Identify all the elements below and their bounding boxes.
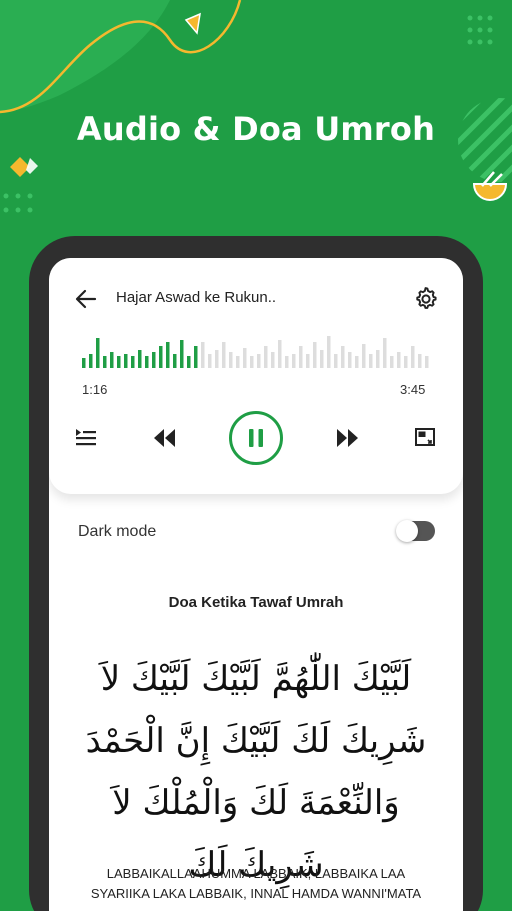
waveform-bar bbox=[117, 356, 121, 368]
waveform-bar bbox=[82, 358, 86, 368]
gear-icon[interactable] bbox=[414, 287, 438, 311]
dark-mode-toggle[interactable] bbox=[396, 520, 435, 542]
waveform-bar bbox=[201, 342, 205, 368]
waveform-bar bbox=[285, 356, 289, 368]
latin-line-1: LABBAIKALLAAHUMMA LABBAIK, LABBAIKA LAA bbox=[106, 866, 406, 881]
dot-grid-top-right bbox=[467, 15, 493, 45]
waveform-bar bbox=[264, 346, 268, 368]
latin-line-2: SYARIIKA LAKA LABBAIK, INNAL HAMDA WANNI… bbox=[90, 886, 422, 901]
waveform-bar bbox=[180, 340, 184, 368]
waveform-bar bbox=[145, 356, 149, 368]
waveform-bar bbox=[138, 350, 142, 368]
waveform-bar bbox=[397, 352, 401, 368]
waveform-bar bbox=[341, 346, 345, 368]
dark-mode-label: Dark mode bbox=[78, 523, 157, 540]
waveform-bar bbox=[425, 356, 429, 368]
waveform-bar bbox=[89, 354, 93, 368]
waveform-bar bbox=[208, 354, 212, 368]
arrow-left-icon[interactable] bbox=[75, 289, 97, 309]
waveform-bar bbox=[348, 352, 352, 368]
waveform-bar bbox=[376, 350, 380, 368]
waveform-bar bbox=[369, 354, 373, 368]
waveform-bar bbox=[166, 342, 170, 368]
playlist-icon[interactable] bbox=[75, 428, 97, 446]
waveform-bar bbox=[236, 356, 240, 368]
waveform-bar bbox=[103, 356, 107, 368]
triangle-shape bbox=[184, 12, 201, 35]
app-screen: Hajar Aswad ke Rukun.. 1:16 3:45 Dark mo… bbox=[49, 258, 463, 911]
waveform-bar bbox=[334, 354, 338, 368]
doa-title: Doa Ketika Tawaf Umrah bbox=[168, 594, 344, 611]
waveform-bar bbox=[362, 344, 366, 368]
waveform-bar bbox=[320, 350, 324, 368]
page-headline: Audio & Doa Umroh bbox=[76, 110, 436, 148]
waveform-bar bbox=[390, 356, 394, 368]
pause-icon bbox=[249, 429, 263, 447]
waveform-bar bbox=[194, 346, 198, 368]
waveform-bar bbox=[96, 338, 100, 368]
half-circle-accent bbox=[472, 171, 508, 201]
waveform-bar bbox=[306, 354, 310, 368]
waveform-bar bbox=[215, 350, 219, 368]
waveform-bar bbox=[327, 336, 331, 368]
waveform-bar bbox=[355, 356, 359, 368]
waveform-bar bbox=[229, 352, 233, 368]
toggle-knob bbox=[396, 520, 418, 542]
waveform-bar bbox=[411, 346, 415, 368]
diamond-shape bbox=[10, 157, 38, 177]
waveform-bar bbox=[222, 342, 226, 368]
waveform-bar bbox=[159, 346, 163, 368]
arabic-doa-text: لَبَّيْكَ اللّٰهُمَّ لَبَّيْكَ لَبَّيْكَ… bbox=[85, 659, 427, 885]
waveform-bar bbox=[383, 338, 387, 368]
track-title: Hajar Aswad ke Rukun.. bbox=[116, 289, 277, 306]
dot-grid-left bbox=[3, 193, 33, 213]
elapsed-time: 1:16 bbox=[82, 382, 108, 397]
fast-forward-icon[interactable] bbox=[335, 427, 359, 449]
total-duration: 3:45 bbox=[400, 382, 426, 397]
waveform-bar bbox=[250, 356, 254, 368]
latin-transliteration: LABBAIKALLAAHUMMA LABBAIK, LABBAIKA LAA … bbox=[49, 864, 463, 904]
blob-shape bbox=[0, 0, 170, 112]
waveform-bar bbox=[257, 354, 261, 368]
waveform-bar bbox=[124, 354, 128, 368]
waveform-bar bbox=[278, 340, 282, 368]
waveform-bar bbox=[299, 346, 303, 368]
pause-button[interactable] bbox=[229, 411, 283, 465]
waveform-bar bbox=[292, 354, 296, 368]
waveform-bar bbox=[131, 356, 135, 368]
rewind-icon[interactable] bbox=[153, 427, 177, 449]
waveform-bar bbox=[404, 356, 408, 368]
waveform-bar bbox=[243, 348, 247, 368]
picture-in-picture-icon[interactable] bbox=[415, 428, 435, 446]
waveform-bar bbox=[173, 354, 177, 368]
waveform-bar bbox=[152, 352, 156, 368]
audio-player-card: Hajar Aswad ke Rukun.. 1:16 3:45 bbox=[49, 258, 463, 494]
waveform-bar bbox=[313, 342, 317, 368]
waveform-bar bbox=[271, 352, 275, 368]
waveform-bar bbox=[187, 356, 191, 368]
waveform-bar bbox=[110, 352, 114, 368]
waveform-bar bbox=[418, 354, 422, 368]
audio-waveform[interactable] bbox=[82, 336, 432, 368]
